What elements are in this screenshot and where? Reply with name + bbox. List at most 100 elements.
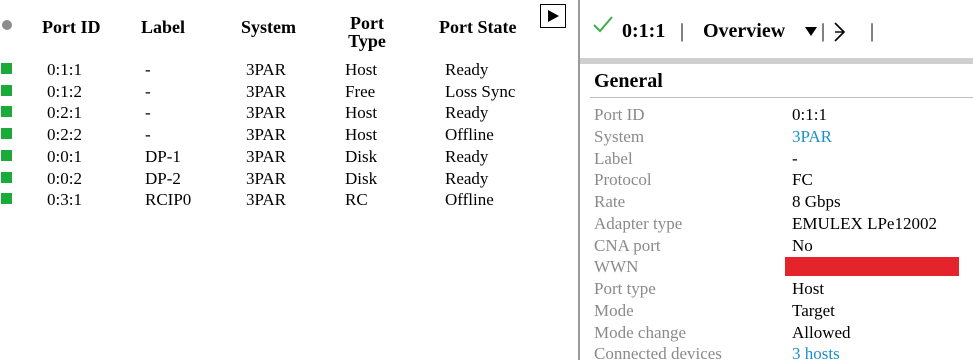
cell-label: DP-2 (145, 168, 181, 188)
status-dot-icon[interactable] (2, 20, 12, 30)
cell-label: - (145, 81, 151, 101)
panel-header-bar (580, 58, 973, 64)
view-separator: | (821, 20, 826, 42)
status-square-icon (1, 128, 12, 140)
property-value: Host (792, 279, 825, 298)
cell-label: - (145, 103, 151, 123)
column-header-port-type-line1: Port (350, 13, 384, 33)
cell-port-id: 0:3:1 (47, 190, 82, 210)
column-header-port-type-line2: Type (348, 31, 386, 51)
cell-port-state: Ready (445, 146, 489, 166)
property-label: Protocol (594, 170, 652, 190)
cell-port-state: Loss Sync (445, 81, 516, 101)
topology-icon[interactable] (833, 20, 847, 44)
property-row: Adapter type EMULEX LPe12002 (580, 214, 973, 236)
table-row[interactable]: 0:2:2 - 3PAR Host Offline (0, 126, 578, 148)
cell-system: 3PAR (246, 146, 287, 166)
column-header-port-type[interactable]: Port Type (342, 14, 392, 50)
property-row: Port ID 0:1:1 (580, 105, 973, 127)
status-square-icon (1, 171, 12, 183)
cell-system: 3PAR (246, 103, 287, 123)
table-row[interactable]: 0:1:2 - 3PAR Free Loss Sync (0, 81, 578, 105)
column-header-system[interactable]: System (241, 18, 296, 36)
cell-system: 3PAR (246, 168, 287, 188)
cell-port-type: Host (345, 60, 378, 79)
cell-label: - (145, 125, 151, 145)
property-value: EMULEX LPe12002 (792, 213, 937, 233)
column-header-label[interactable]: Label (141, 18, 185, 36)
status-square-icon (1, 193, 12, 205)
checkmark-icon (593, 16, 613, 33)
table-row[interactable]: 0:0:2 DP-2 3PAR Disk Ready (0, 168, 578, 192)
property-row: System 3PAR (580, 127, 973, 149)
property-row: Label - (580, 149, 973, 171)
cell-port-id: 0:1:2 (47, 81, 82, 101)
cell-label: DP-1 (145, 146, 181, 166)
cell-port-state: Offline (445, 125, 494, 145)
property-value: Target (792, 300, 835, 320)
panel-title: 0:1:1 (622, 20, 666, 42)
view-selector[interactable]: Overview (703, 20, 785, 42)
property-value: FC (792, 170, 813, 190)
cell-label: RCIP0 (145, 190, 192, 210)
property-row: WWN (580, 257, 973, 279)
table-row[interactable]: 0:3:1 RCIP0 3PAR RC Offline (0, 191, 578, 213)
cell-port-state: Offline (445, 190, 494, 210)
cell-port-state: Ready (445, 60, 489, 79)
property-row: Connected devices 3 hosts (580, 344, 973, 360)
property-row: Mode Target (580, 301, 973, 323)
property-label: Port ID (594, 105, 645, 124)
property-label: Port type (594, 279, 656, 298)
table-row[interactable]: 0:2:1 - 3PAR Host Ready (0, 104, 578, 126)
title-separator: | (680, 20, 685, 42)
cell-port-id: 0:0:2 (47, 168, 82, 188)
property-label: Label (594, 148, 633, 168)
property-label: Rate (594, 192, 626, 211)
ports-table: Port ID Label System Port Type Port Stat… (0, 0, 578, 360)
property-row: CNA port No (580, 236, 973, 258)
property-value: 0:1:1 (792, 105, 827, 124)
property-row: Mode change Allowed (580, 323, 973, 345)
play-button[interactable] (540, 4, 566, 28)
cell-port-state: Ready (445, 168, 489, 188)
column-header-port-id[interactable]: Port ID (42, 18, 100, 36)
property-label: Adapter type (594, 213, 683, 233)
property-row: Protocol FC (580, 170, 973, 192)
cell-port-type: Free (345, 81, 376, 101)
status-square-icon (1, 106, 12, 118)
property-label: CNA port (594, 235, 661, 255)
chevron-down-icon[interactable] (805, 27, 817, 36)
cell-port-id: 0:2:1 (47, 103, 82, 123)
section-divider (590, 97, 973, 98)
property-value-link[interactable]: 3 hosts (792, 344, 840, 360)
cell-port-id: 0:2:2 (47, 125, 82, 145)
section-heading-general: General (594, 70, 663, 92)
table-row[interactable]: 0:0:1 DP-1 3PAR Disk Ready (0, 146, 578, 170)
property-label: Connected devices (594, 344, 722, 360)
cell-port-type: RC (345, 190, 368, 210)
property-value: - (792, 148, 798, 168)
cell-system: 3PAR (246, 81, 287, 101)
cell-port-type: Disk (345, 146, 378, 166)
property-value: 8 Gbps (792, 192, 841, 211)
cell-system: 3PAR (246, 125, 287, 145)
property-row: Rate 8 Gbps (580, 192, 973, 214)
property-value: No (792, 235, 813, 255)
toolbar-separator: | (870, 20, 875, 42)
property-label: System (594, 126, 645, 146)
status-square-icon (1, 84, 12, 96)
status-square-icon (1, 63, 12, 74)
cell-port-id: 0:0:1 (47, 146, 82, 166)
play-icon (548, 10, 559, 22)
property-label: WWN (594, 257, 639, 277)
redacted-value (785, 257, 959, 277)
column-header-port-state[interactable]: Port State (439, 18, 516, 36)
property-value-link[interactable]: 3PAR (792, 127, 832, 147)
table-row[interactable]: 0:1:1 - 3PAR Host Ready (0, 61, 578, 83)
cell-port-id: 0:1:1 (47, 60, 82, 79)
property-row: Port type Host (580, 279, 973, 301)
cell-label: - (145, 60, 151, 79)
cell-port-type: Host (345, 125, 378, 145)
cell-port-type: Disk (345, 168, 378, 188)
status-square-icon (1, 149, 12, 161)
